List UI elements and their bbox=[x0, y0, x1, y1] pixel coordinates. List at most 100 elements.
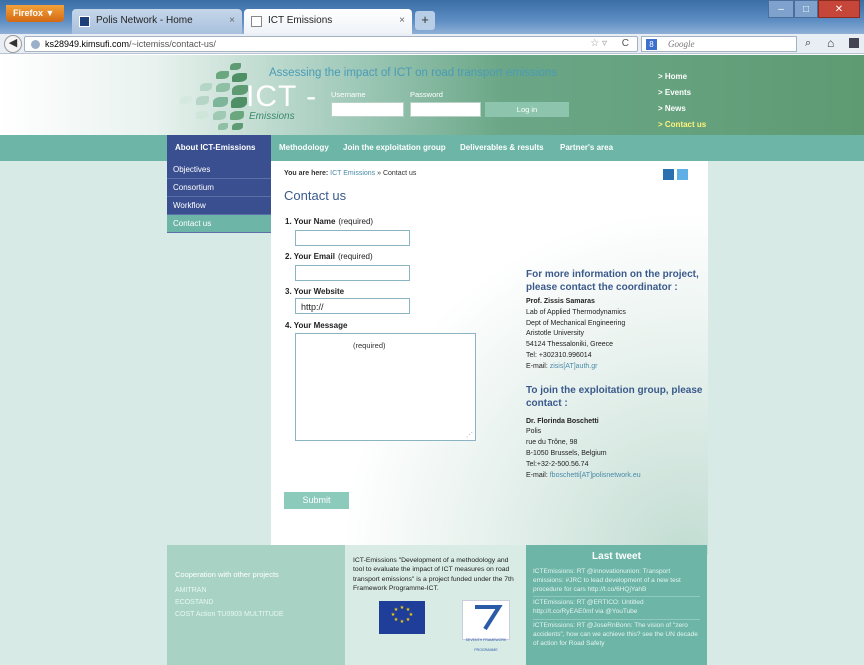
submit-button[interactable]: Submit bbox=[284, 492, 349, 509]
top-links: > Home > Events > News > Contact us bbox=[658, 69, 706, 133]
join-details: Dr. Florinda Boschetti Polis rue du Trôn… bbox=[526, 417, 706, 482]
logo-leaf bbox=[213, 111, 226, 120]
minimize-button[interactable]: – bbox=[768, 0, 794, 18]
page-title: Contact us bbox=[284, 188, 347, 203]
tweet-item[interactable]: ICTEmissions: RT @JoseRnBonn: The vision… bbox=[533, 620, 700, 650]
logo-leaf bbox=[232, 123, 243, 130]
svg-text:★: ★ bbox=[400, 619, 405, 625]
message-textarea[interactable]: (required) ⋰ bbox=[295, 333, 476, 441]
breadcrumb-link-home[interactable]: ICT Emissions bbox=[330, 170, 375, 177]
nav-about[interactable]: About ICT-Emissions bbox=[167, 135, 271, 161]
join-line: B-1050 Brussels, Belgium bbox=[526, 449, 607, 457]
logo-leaf bbox=[216, 83, 230, 92]
toplink-events[interactable]: > Events bbox=[658, 85, 706, 101]
coop-link-amitran[interactable]: AMITRAN bbox=[175, 585, 345, 597]
url-bar[interactable]: ks28949.kimsufi.com/~ictemiss/contact-us… bbox=[24, 36, 638, 52]
logo-leaf bbox=[200, 83, 212, 91]
close-icon[interactable]: × bbox=[399, 15, 405, 26]
url-path: /~ictemiss/contact-us/ bbox=[129, 39, 216, 49]
sidebar: Objectives Consortium Workflow Contact u… bbox=[167, 161, 271, 233]
reload-icon[interactable]: C bbox=[622, 38, 629, 49]
eu-flag-logo: ★ ★ ★ ★ ★ ★ ★ ★ bbox=[379, 601, 425, 634]
logo-leaf bbox=[180, 96, 192, 104]
footer-last-tweet: Last tweet ICTEmissions: RT @innovationu… bbox=[526, 545, 707, 665]
nav-join-exploitation[interactable]: Join the exploitation group bbox=[343, 135, 446, 161]
username-label: Username bbox=[331, 90, 366, 99]
site-tagline: Assessing the impact of ICT on road tran… bbox=[269, 67, 558, 79]
website-label-text: 3. Your Website bbox=[285, 287, 345, 296]
tweet-item[interactable]: ICTEmissions: RT @innovationunion: Trans… bbox=[533, 566, 700, 598]
logo-leaf bbox=[218, 123, 228, 130]
username-input[interactable] bbox=[331, 102, 404, 117]
search-icon[interactable]: ⌕ bbox=[805, 37, 811, 50]
twitter-icon[interactable] bbox=[677, 169, 688, 180]
toplink-contact[interactable]: > Contact us bbox=[658, 117, 706, 133]
contact-info: For more information on the project, ple… bbox=[526, 268, 706, 481]
home-icon[interactable]: ⌂ bbox=[827, 36, 834, 50]
tab-title: ICT Emissions bbox=[268, 15, 333, 26]
coordinator-line: Dept of Mechanical Engineering bbox=[526, 319, 626, 327]
svg-text:★: ★ bbox=[406, 617, 411, 623]
share-icons bbox=[663, 169, 688, 180]
tab-title: Polis Network - Home bbox=[96, 15, 193, 26]
sidebar-item-workflow[interactable]: Workflow bbox=[167, 197, 271, 215]
toplink-home[interactable]: > Home bbox=[658, 69, 706, 85]
fp7-caption: SEVENTH FRAMEWORK PROGRAMME bbox=[465, 638, 507, 652]
logo-subtitle: Emissions bbox=[249, 111, 295, 122]
website-label: 3. Your Website bbox=[285, 287, 344, 296]
name-input[interactable] bbox=[295, 230, 410, 246]
search-bar[interactable]: 8 Google bbox=[641, 36, 797, 52]
nav-deliverables[interactable]: Deliverables & results bbox=[460, 135, 544, 161]
resize-grip-icon[interactable]: ⋰ bbox=[466, 431, 473, 439]
nav-partners-area[interactable]: Partner's area bbox=[560, 135, 613, 161]
email-prefix: E-mail: bbox=[526, 362, 548, 370]
bookmark-star-icon[interactable]: ☆ ▿ bbox=[590, 38, 607, 49]
main-navigation: About ICT-Emissions Methodology Join the… bbox=[0, 135, 864, 161]
cooperation-heading: Cooperation with other projects bbox=[175, 570, 279, 579]
breadcrumb-current: » Contact us bbox=[377, 170, 417, 177]
nav-methodology[interactable]: Methodology bbox=[279, 135, 329, 161]
maximize-button[interactable]: □ bbox=[794, 0, 818, 18]
coop-link-ecostand[interactable]: ECOSTAND bbox=[175, 597, 345, 609]
name-label-text: 1. Your Name bbox=[285, 217, 336, 226]
join-line: Tel:+32-2-500.56.74 bbox=[526, 460, 589, 468]
sidebar-item-objectives[interactable]: Objectives bbox=[167, 161, 271, 179]
browser-tab-polis[interactable]: Polis Network - Home × bbox=[72, 9, 242, 34]
coordinator-line: Aristotle University bbox=[526, 330, 584, 338]
password-input[interactable] bbox=[410, 102, 481, 117]
login-button[interactable]: Log in bbox=[485, 102, 569, 117]
web-page: ICT - Emissions Assessing the impact of … bbox=[0, 55, 864, 665]
join-email-link[interactable]: fboschetti[AT]polisnetwork.eu bbox=[550, 472, 641, 479]
breadcrumb: You are here: ICT Emissions » Contact us bbox=[284, 170, 416, 177]
message-label: 4. Your Message bbox=[285, 321, 347, 330]
required-note: (required) bbox=[338, 217, 374, 226]
sidebar-item-consortium[interactable]: Consortium bbox=[167, 179, 271, 197]
browser-tab-ict[interactable]: ICT Emissions × bbox=[244, 9, 412, 34]
search-placeholder: Google bbox=[668, 39, 695, 49]
back-button[interactable]: ◀ bbox=[4, 35, 22, 53]
fp7-seven-icon bbox=[475, 605, 503, 631]
footer-about: ICT-Emissions "Development of a methodol… bbox=[345, 545, 526, 665]
last-tweet-heading: Last tweet bbox=[592, 551, 641, 562]
bookmarks-icon[interactable] bbox=[849, 38, 859, 48]
close-window-button[interactable]: ✕ bbox=[818, 0, 860, 18]
coordinator-heading: For more information on the project, ple… bbox=[526, 269, 699, 293]
coop-link-cost[interactable]: COST Action TU0903 MULTITUDE bbox=[175, 609, 345, 621]
logo-title: ICT - bbox=[246, 80, 318, 113]
close-icon[interactable]: × bbox=[229, 15, 235, 26]
firefox-menu-button[interactable]: Firefox ▼ bbox=[6, 5, 64, 22]
toplink-news[interactable]: > News bbox=[658, 101, 706, 117]
linkedin-icon[interactable] bbox=[663, 169, 674, 180]
search-engine-icon[interactable]: 8 bbox=[646, 39, 657, 50]
coordinator-email-link[interactable]: zisis[AT]auth.gr bbox=[550, 363, 598, 370]
new-tab-button[interactable]: + bbox=[415, 11, 435, 30]
website-input[interactable] bbox=[295, 298, 410, 314]
join-line: rue du Trône, 98 bbox=[526, 439, 578, 447]
email-input[interactable] bbox=[295, 265, 410, 281]
sidebar-item-contact[interactable]: Contact us bbox=[167, 215, 271, 233]
page-favicon-icon bbox=[251, 16, 262, 27]
tweet-item[interactable]: ICTEmissions: RT @ERTICO: Untitled http:… bbox=[533, 597, 700, 620]
logo-leaf bbox=[196, 96, 209, 105]
globe-icon bbox=[31, 40, 40, 49]
footer-cooperation: Cooperation with other projects AMITRAN … bbox=[167, 545, 345, 665]
